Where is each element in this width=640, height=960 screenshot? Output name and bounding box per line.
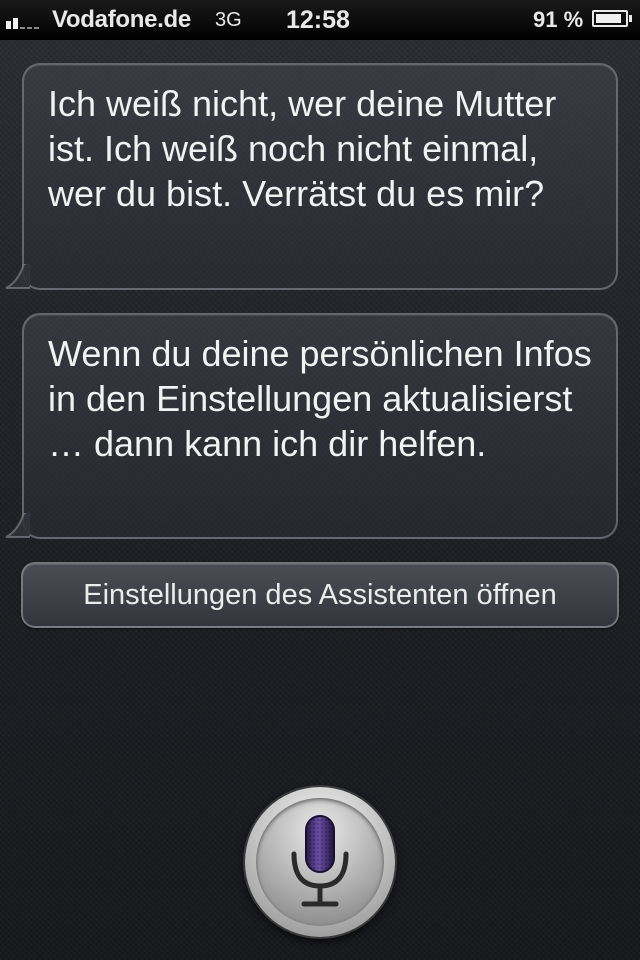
speech-bubble-tail bbox=[5, 513, 30, 538]
assistant-message: Ich weiß nicht, wer deine Mutter ist. Ic… bbox=[5, 63, 618, 290]
assistant-message-text: Wenn du deine persönlichen Infos in den … bbox=[48, 333, 592, 464]
microphone-button-face bbox=[256, 798, 384, 926]
open-assistant-settings-button[interactable]: Einstellungen des Assistenten öffnen bbox=[21, 562, 619, 628]
network-type: 3G bbox=[215, 9, 242, 31]
carrier-name: Vodafone.de bbox=[52, 6, 191, 33]
battery-icon bbox=[592, 10, 632, 27]
speech-bubble-tail bbox=[5, 264, 30, 289]
battery-percentage: 91 % bbox=[533, 7, 584, 32]
assistant-message: Wenn du deine persönlichen Infos in den … bbox=[5, 313, 618, 539]
status-bar: Vodafone.de 3G 12:58 91 % bbox=[0, 0, 640, 40]
battery-level-fill bbox=[596, 14, 622, 23]
status-time: 12:58 bbox=[286, 6, 350, 34]
assistant-message-text: Ich weiß nicht, wer deine Mutter ist. Ic… bbox=[48, 83, 557, 214]
microphone-icon bbox=[291, 815, 349, 907]
microphone-button[interactable] bbox=[245, 787, 395, 937]
signal-strength-icon bbox=[6, 13, 48, 29]
